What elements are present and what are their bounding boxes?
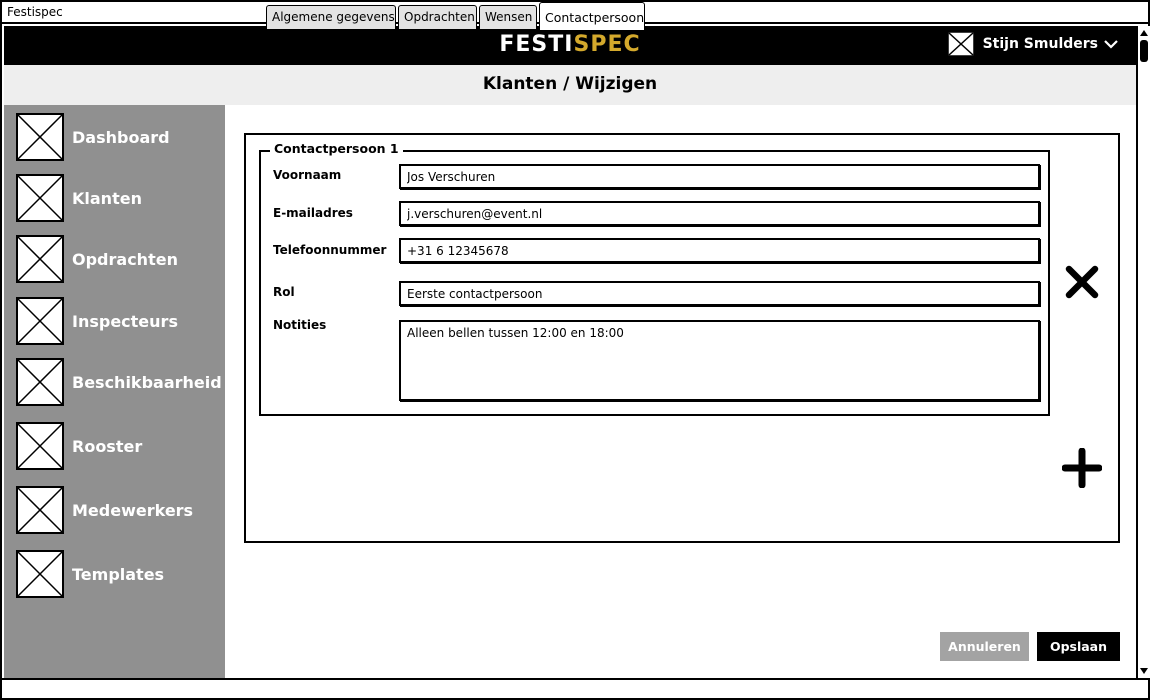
vertical-scrollbar[interactable] [1136, 26, 1150, 678]
telefoon-label: Telefoonnummer [273, 243, 387, 257]
app-window: Festispec FESTISPEC Stijn Smulders Klant… [0, 0, 1150, 700]
image-placeholder-icon [16, 113, 64, 161]
scrollbar-thumb[interactable] [1140, 40, 1148, 62]
sidebar-item-rooster[interactable]: Rooster [16, 422, 142, 470]
sidebar-item-label: Dashboard [72, 127, 170, 147]
notities-textarea[interactable]: Alleen bellen tussen 12:00 en 18:00 [399, 320, 1040, 401]
tab-algemene-gegevens[interactable]: Algemene gegevens [266, 5, 396, 29]
scroll-down-icon[interactable] [1139, 666, 1149, 676]
image-placeholder-icon [16, 550, 64, 598]
sidebar-item-label: Inspecteurs [72, 311, 178, 331]
sidebar-item-beschikbaarheid[interactable]: Beschikbaarheid [16, 358, 222, 406]
contact-group-title: Contactpersoon 1 [270, 141, 403, 156]
chevron-down-icon [1104, 40, 1118, 49]
rol-input[interactable] [399, 281, 1040, 306]
sidebar-item-medewerkers[interactable]: Medewerkers [16, 486, 193, 534]
sidebar-item-label: Beschikbaarheid [72, 372, 222, 392]
page-title: Klanten / Wijzigen [4, 65, 1136, 105]
save-button[interactable]: Opslaan [1037, 632, 1120, 661]
top-header: FESTISPEC Stijn Smulders [4, 26, 1136, 65]
telefoon-input[interactable] [399, 238, 1040, 263]
sidebar-item-opdrachten[interactable]: Opdrachten [16, 235, 178, 283]
image-placeholder-icon [16, 358, 64, 406]
status-bar [2, 678, 1148, 698]
sidebar-item-templates[interactable]: Templates [16, 550, 164, 598]
voornaam-label: Voornaam [273, 168, 342, 182]
user-menu[interactable]: Stijn Smulders [946, 31, 1118, 57]
logo-part-festi: FESTI [499, 32, 574, 57]
close-icon[interactable] [1064, 264, 1100, 300]
cancel-button[interactable]: Annuleren [940, 632, 1029, 661]
voornaam-input[interactable] [399, 164, 1040, 189]
sidebar-item-label: Klanten [72, 188, 142, 208]
sidebar-item-dashboard[interactable]: Dashboard [16, 113, 170, 161]
notities-label: Notities [273, 318, 327, 332]
rol-label: Rol [273, 285, 295, 299]
plus-icon[interactable] [1062, 448, 1102, 488]
image-placeholder-icon [16, 174, 64, 222]
scroll-up-icon[interactable] [1139, 28, 1149, 38]
avatar-placeholder-icon [946, 31, 975, 57]
image-placeholder-icon [16, 422, 64, 470]
image-placeholder-icon [16, 297, 64, 345]
tab-opdrachten[interactable]: Opdrachten [398, 5, 477, 29]
sidebar-item-label: Templates [72, 564, 165, 584]
email-label: E-mailadres [273, 206, 353, 220]
sidebar-item-label: Rooster [72, 436, 143, 456]
tab-contactpersoon[interactable]: Contactpersoon [539, 2, 645, 30]
sidebar-item-label: Opdrachten [72, 249, 178, 269]
email-input[interactable] [399, 201, 1040, 226]
sidebar-item-klanten[interactable]: Klanten [16, 174, 142, 222]
image-placeholder-icon [16, 486, 64, 534]
tab-wensen[interactable]: Wensen [479, 5, 537, 29]
sidebar-item-label: Medewerkers [72, 500, 194, 520]
sidebar-item-inspecteurs[interactable]: Inspecteurs [16, 297, 178, 345]
logo-part-spec: SPEC [573, 32, 641, 57]
image-placeholder-icon [16, 235, 64, 283]
user-name: Stijn Smulders [982, 36, 1098, 52]
